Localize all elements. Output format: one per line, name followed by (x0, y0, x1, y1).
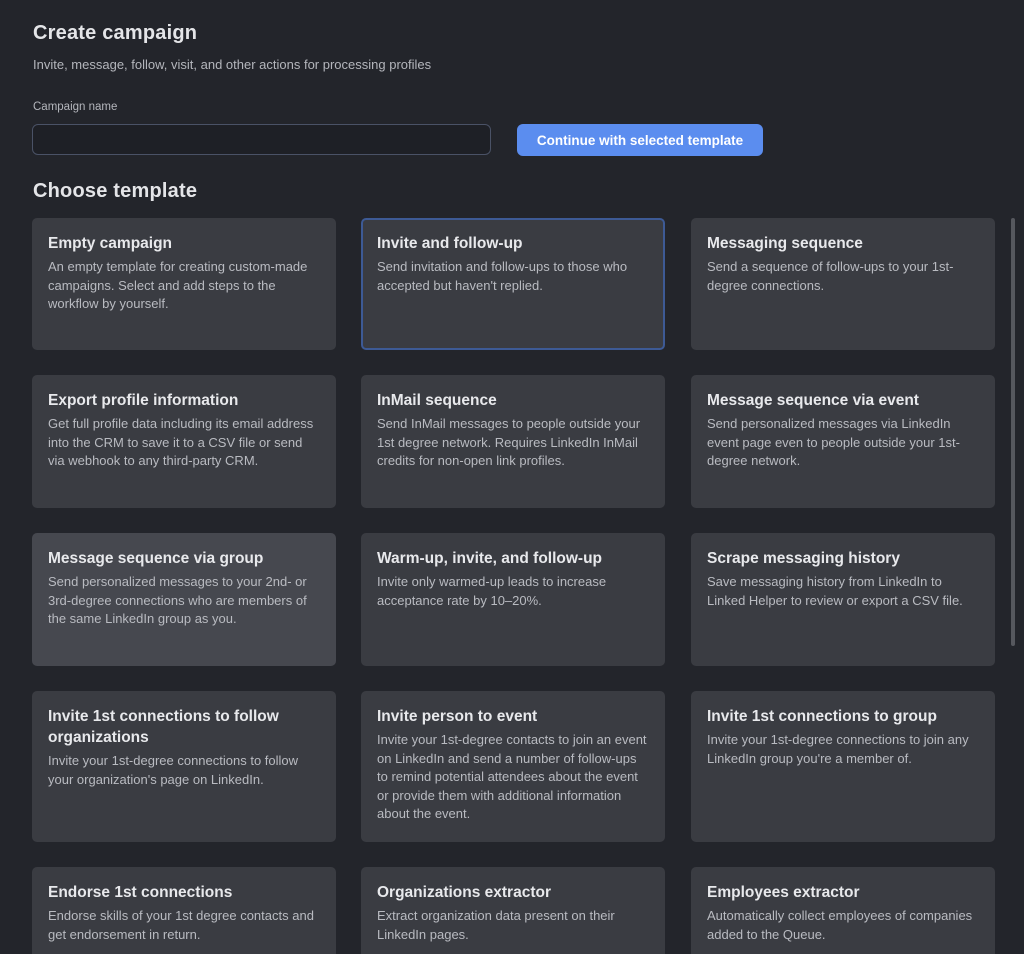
template-card-endorse-connections[interactable]: Endorse 1st connections Endorse skills o… (32, 867, 336, 954)
template-card-title: Invite and follow-up (377, 235, 523, 252)
template-card-empty-campaign[interactable]: Empty campaign An empty template for cre… (32, 218, 336, 350)
template-card-description: Invite only warmed-up leads to increase … (377, 574, 607, 608)
template-card-description: Automatically collect employees of compa… (707, 908, 973, 942)
template-card-description: Send personalized messages to your 2nd- … (48, 574, 307, 626)
template-card-inmail-sequence[interactable]: InMail sequence Send InMail messages to … (361, 375, 665, 508)
template-card-title: Message sequence via group (48, 550, 264, 567)
template-card-invite-and-follow-up[interactable]: Invite and follow-up Send invitation and… (361, 218, 665, 350)
template-card-title: Employees extractor (707, 884, 860, 901)
template-card-warm-up-invite-follow-up[interactable]: Warm-up, invite, and follow-up Invite on… (361, 533, 665, 666)
template-card-description: Endorse skills of your 1st degree contac… (48, 908, 314, 942)
template-card-title: Invite 1st connections to follow organiz… (48, 708, 279, 746)
template-card-title: Endorse 1st connections (48, 884, 233, 901)
template-card-description: Extract organization data present on the… (377, 908, 615, 942)
template-card-title: Invite 1st connections to group (707, 708, 937, 725)
template-card-organizations-extractor[interactable]: Organizations extractor Extract organiza… (361, 867, 665, 954)
template-card-invite-to-follow-organizations[interactable]: Invite 1st connections to follow organiz… (32, 691, 336, 842)
template-card-title: Warm-up, invite, and follow-up (377, 550, 603, 567)
template-card-description: Save messaging history from LinkedIn to … (707, 574, 963, 608)
template-card-title: Messaging sequence (707, 235, 863, 252)
template-card-title: Message sequence via event (707, 392, 919, 409)
template-card-scrape-messaging-history[interactable]: Scrape messaging history Save messaging … (691, 533, 995, 666)
template-card-description: Send invitation and follow-ups to those … (377, 259, 628, 293)
campaign-name-input[interactable] (32, 124, 491, 155)
continue-with-template-button[interactable]: Continue with selected template (517, 124, 763, 156)
template-card-description: Get full profile data including its emai… (48, 416, 314, 468)
template-card-description: Send InMail messages to people outside y… (377, 416, 641, 468)
template-card-description: Send a sequence of follow-ups to your 1s… (707, 259, 954, 293)
choose-template-heading: Choose template (33, 180, 198, 202)
template-card-title: Empty campaign (48, 235, 173, 252)
template-card-message-sequence-via-event[interactable]: Message sequence via event Send personal… (691, 375, 995, 508)
page-subtitle: Invite, message, follow, visit, and othe… (33, 57, 432, 72)
templates-scrollbar[interactable] (1011, 218, 1015, 954)
template-card-invite-person-to-event[interactable]: Invite person to event Invite your 1st-d… (361, 691, 665, 842)
template-card-description: Invite your 1st-degree contacts to join … (377, 732, 647, 821)
template-card-title: Scrape messaging history (707, 550, 900, 567)
template-card-description: An empty template for creating custom-ma… (48, 259, 308, 311)
template-card-title: Export profile information (48, 392, 239, 409)
template-card-employees-extractor[interactable]: Employees extractor Automatically collec… (691, 867, 995, 954)
page-title: Create campaign (33, 22, 198, 44)
template-card-messaging-sequence[interactable]: Messaging sequence Send a sequence of fo… (691, 218, 995, 350)
template-card-title: InMail sequence (377, 392, 497, 409)
create-campaign-page: Create campaign Invite, message, follow,… (0, 0, 1024, 954)
scrollbar-thumb[interactable] (1011, 218, 1015, 646)
template-card-description: Send personalized messages via LinkedIn … (707, 416, 960, 468)
template-card-message-sequence-via-group[interactable]: Message sequence via group Send personal… (32, 533, 336, 666)
template-card-description: Invite your 1st-degree connections to fo… (48, 753, 299, 787)
template-card-invite-to-group[interactable]: Invite 1st connections to group Invite y… (691, 691, 995, 842)
template-card-description: Invite your 1st-degree connections to jo… (707, 732, 969, 766)
template-card-title: Invite person to event (377, 708, 538, 725)
campaign-name-label: Campaign name (33, 101, 118, 113)
template-card-title: Organizations extractor (377, 884, 551, 901)
template-card-export-profile-information[interactable]: Export profile information Get full prof… (32, 375, 336, 508)
